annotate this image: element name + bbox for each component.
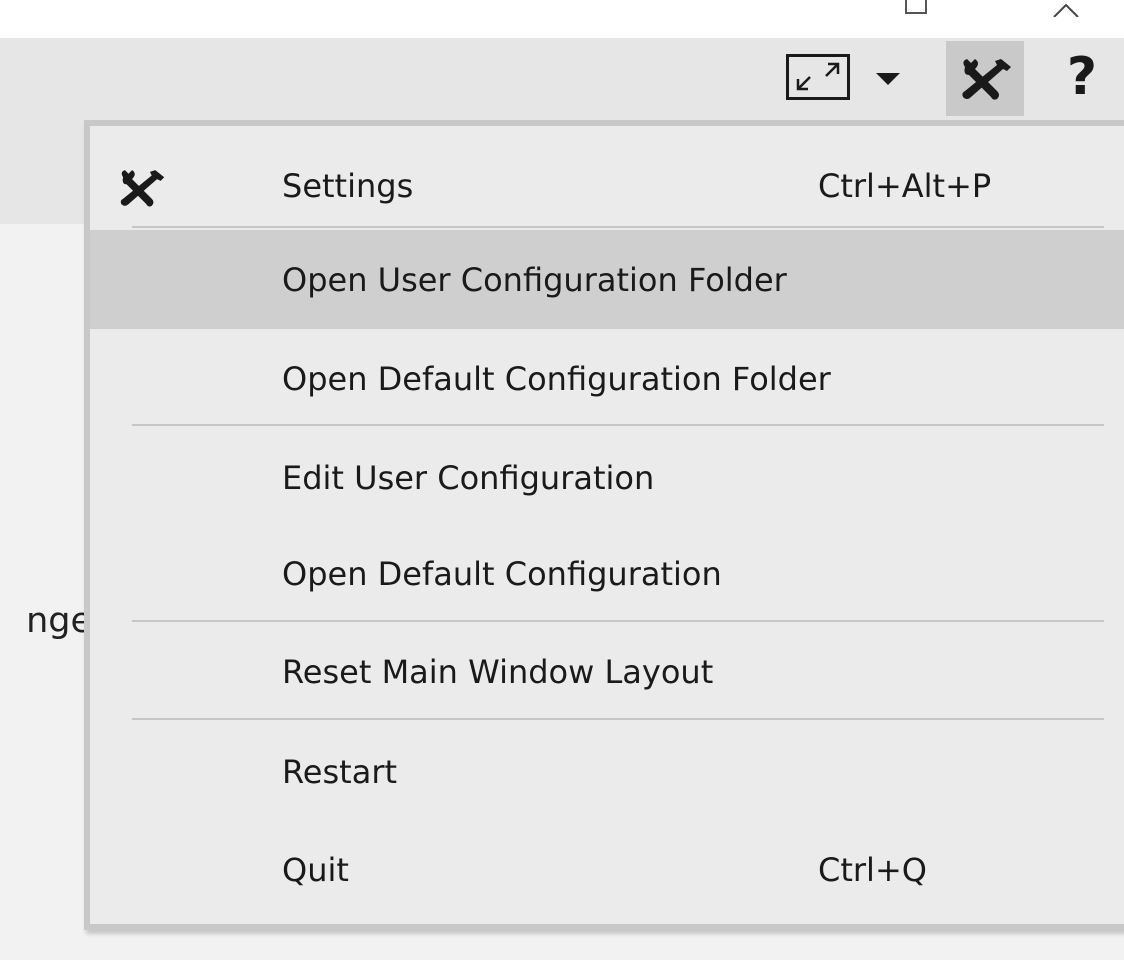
menu-item-label: Open User Configuration Folder	[282, 261, 787, 299]
settings-dropdown-menu: Settings Ctrl+Alt+P Open User Configurat…	[84, 120, 1124, 930]
menu-item-label: Reset Main Window Layout	[282, 653, 714, 691]
fullscreen-expand-icon	[786, 54, 850, 100]
window-title-bar	[0, 0, 1124, 38]
fullscreen-button[interactable]	[786, 54, 850, 100]
menu-item-shortcut: Ctrl+Alt+P	[818, 167, 992, 205]
menu-item-restart[interactable]: Restart	[90, 722, 1124, 821]
menu-item-label: Open Default Configuration Folder	[282, 360, 831, 398]
maximize-window-icon[interactable]	[905, 0, 927, 14]
close-window-icon[interactable]	[1046, 0, 1086, 22]
menu-separator	[132, 424, 1104, 426]
menu-item-label: Edit User Configuration	[282, 459, 655, 497]
help-button[interactable]: ?	[1052, 46, 1112, 108]
tools-wrench-screwdriver-icon	[962, 58, 1011, 100]
menu-item-open-default-config[interactable]: Open Default Configuration	[90, 524, 1124, 623]
tools-button[interactable]	[946, 41, 1024, 116]
menu-item-open-default-config-folder[interactable]: Open Default Configuration Folder	[90, 329, 1124, 428]
page-partial-text: nge	[26, 604, 92, 639]
fullscreen-dropdown-button[interactable]	[868, 56, 908, 102]
menu-item-label: Quit	[282, 851, 349, 889]
menu-item-settings[interactable]: Settings Ctrl+Alt+P	[90, 132, 1124, 231]
menu-item-label: Restart	[282, 753, 398, 791]
menu-separator	[132, 226, 1104, 228]
menu-item-reset-main-window-layout[interactable]: Reset Main Window Layout	[90, 624, 1124, 723]
menu-item-open-user-config-folder[interactable]: Open User Configuration Folder	[90, 230, 1124, 329]
menu-separator	[132, 620, 1104, 622]
menu-item-label: Settings	[282, 167, 414, 205]
menu-item-edit-user-config[interactable]: Edit User Configuration	[90, 428, 1124, 527]
menu-item-quit[interactable]: Quit Ctrl+Q	[90, 818, 1124, 917]
menu-separator	[132, 718, 1104, 720]
caret-down-icon	[876, 73, 900, 85]
menu-item-shortcut: Ctrl+Q	[818, 851, 927, 889]
menu-item-label: Open Default Configuration	[282, 555, 722, 593]
tools-icon	[120, 170, 165, 207]
